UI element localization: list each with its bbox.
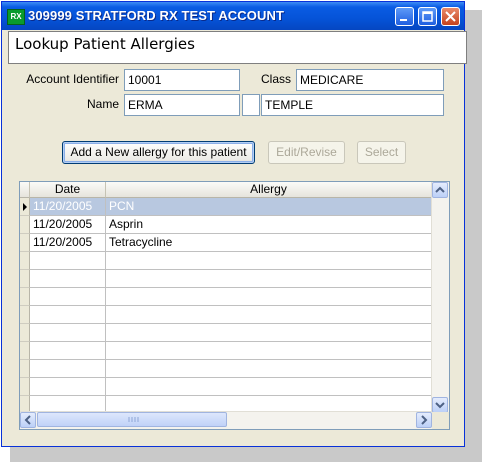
date-cell[interactable] — [30, 306, 106, 324]
row-selector[interactable] — [20, 216, 30, 234]
app-icon: RX — [7, 9, 25, 25]
allergy-cell[interactable]: Asprin — [106, 216, 432, 234]
allergy-cell[interactable] — [106, 288, 432, 306]
scrollbar-corner — [432, 412, 449, 429]
select-button[interactable]: Select — [357, 141, 406, 164]
scroll-left-button[interactable] — [20, 412, 36, 428]
grip-icon — [128, 417, 139, 422]
class-label: Class — [260, 72, 291, 86]
class-field[interactable]: MEDICARE — [296, 69, 444, 91]
row-selector[interactable] — [20, 234, 30, 252]
minimize-button[interactable] — [395, 7, 414, 26]
horizontal-scrollbar[interactable] — [20, 411, 432, 429]
column-header-date[interactable]: Date — [30, 182, 106, 198]
chevron-right-icon — [421, 415, 428, 425]
date-cell[interactable] — [30, 270, 106, 288]
window-title: 309999 STRATFORD RX TEST ACCOUNT — [28, 8, 285, 23]
allergy-cell[interactable] — [106, 252, 432, 270]
date-cell[interactable]: 11/20/2005 — [30, 234, 106, 252]
edit-revise-button[interactable]: Edit/Revise — [268, 141, 345, 164]
grid-corner-header — [20, 182, 30, 198]
row-selector[interactable] — [20, 324, 30, 342]
middle-initial-field[interactable] — [242, 94, 260, 116]
row-selector[interactable] — [20, 270, 30, 288]
allergy-cell[interactable] — [106, 270, 432, 288]
name-label: Name — [86, 97, 119, 111]
close-icon — [445, 11, 456, 22]
chevron-up-icon — [435, 186, 445, 193]
first-name-field[interactable]: ERMA — [124, 94, 240, 116]
row-selector[interactable] — [20, 360, 30, 378]
main-window: RX 309999 STRATFORD RX TEST ACCOUNT Look… — [1, 1, 467, 447]
page-title: Lookup Patient Allergies — [15, 35, 195, 53]
allergy-cell[interactable] — [106, 360, 432, 378]
account-identifier-field[interactable]: 10001 — [124, 69, 240, 91]
date-cell[interactable] — [30, 342, 106, 360]
maximize-button[interactable] — [418, 7, 437, 26]
allergy-cell[interactable]: Tetracycline — [106, 234, 432, 252]
date-cell[interactable] — [30, 288, 106, 306]
maximize-icon — [422, 11, 433, 22]
chevron-left-icon — [24, 415, 31, 425]
column-header-allergy[interactable]: Allergy — [106, 182, 432, 198]
minimize-icon — [400, 19, 407, 21]
account-identifier-label: Account Identifier — [26, 72, 119, 86]
row-selector[interactable] — [20, 342, 30, 360]
current-row-indicator-icon — [23, 203, 27, 211]
row-selector[interactable] — [20, 378, 30, 396]
allergy-cell[interactable] — [106, 324, 432, 342]
allergy-cell[interactable]: PCN — [106, 198, 432, 216]
title-bar[interactable]: RX 309999 STRATFORD RX TEST ACCOUNT — [2, 2, 464, 30]
horizontal-scroll-thumb[interactable] — [37, 412, 227, 427]
date-cell[interactable] — [30, 252, 106, 270]
row-selector[interactable] — [20, 252, 30, 270]
last-name-field[interactable]: TEMPLE — [261, 94, 444, 116]
row-selector[interactable] — [20, 306, 30, 324]
row-selector[interactable] — [20, 198, 30, 216]
scroll-right-button[interactable] — [416, 412, 432, 428]
scroll-down-button[interactable] — [432, 397, 448, 413]
allergy-cell[interactable] — [106, 306, 432, 324]
date-cell[interactable] — [30, 360, 106, 378]
date-cell[interactable] — [30, 324, 106, 342]
row-selector[interactable] — [20, 288, 30, 306]
scroll-up-button[interactable] — [432, 182, 448, 198]
date-cell[interactable]: 11/20/2005 — [30, 216, 106, 234]
allergy-grid[interactable]: Date Allergy 11/20/2005 PCN 11/20/2005 Aspr… — [19, 181, 450, 430]
vertical-scrollbar[interactable] — [431, 182, 449, 413]
close-button[interactable] — [441, 7, 460, 26]
add-allergy-button[interactable]: Add a New allergy for this patient — [62, 141, 255, 164]
allergy-cell[interactable] — [106, 342, 432, 360]
header-panel: Lookup Patient Allergies — [8, 31, 467, 64]
allergy-cell[interactable] — [106, 378, 432, 396]
date-cell[interactable]: 11/20/2005 — [30, 198, 106, 216]
date-cell[interactable] — [30, 378, 106, 396]
chevron-down-icon — [435, 402, 445, 409]
